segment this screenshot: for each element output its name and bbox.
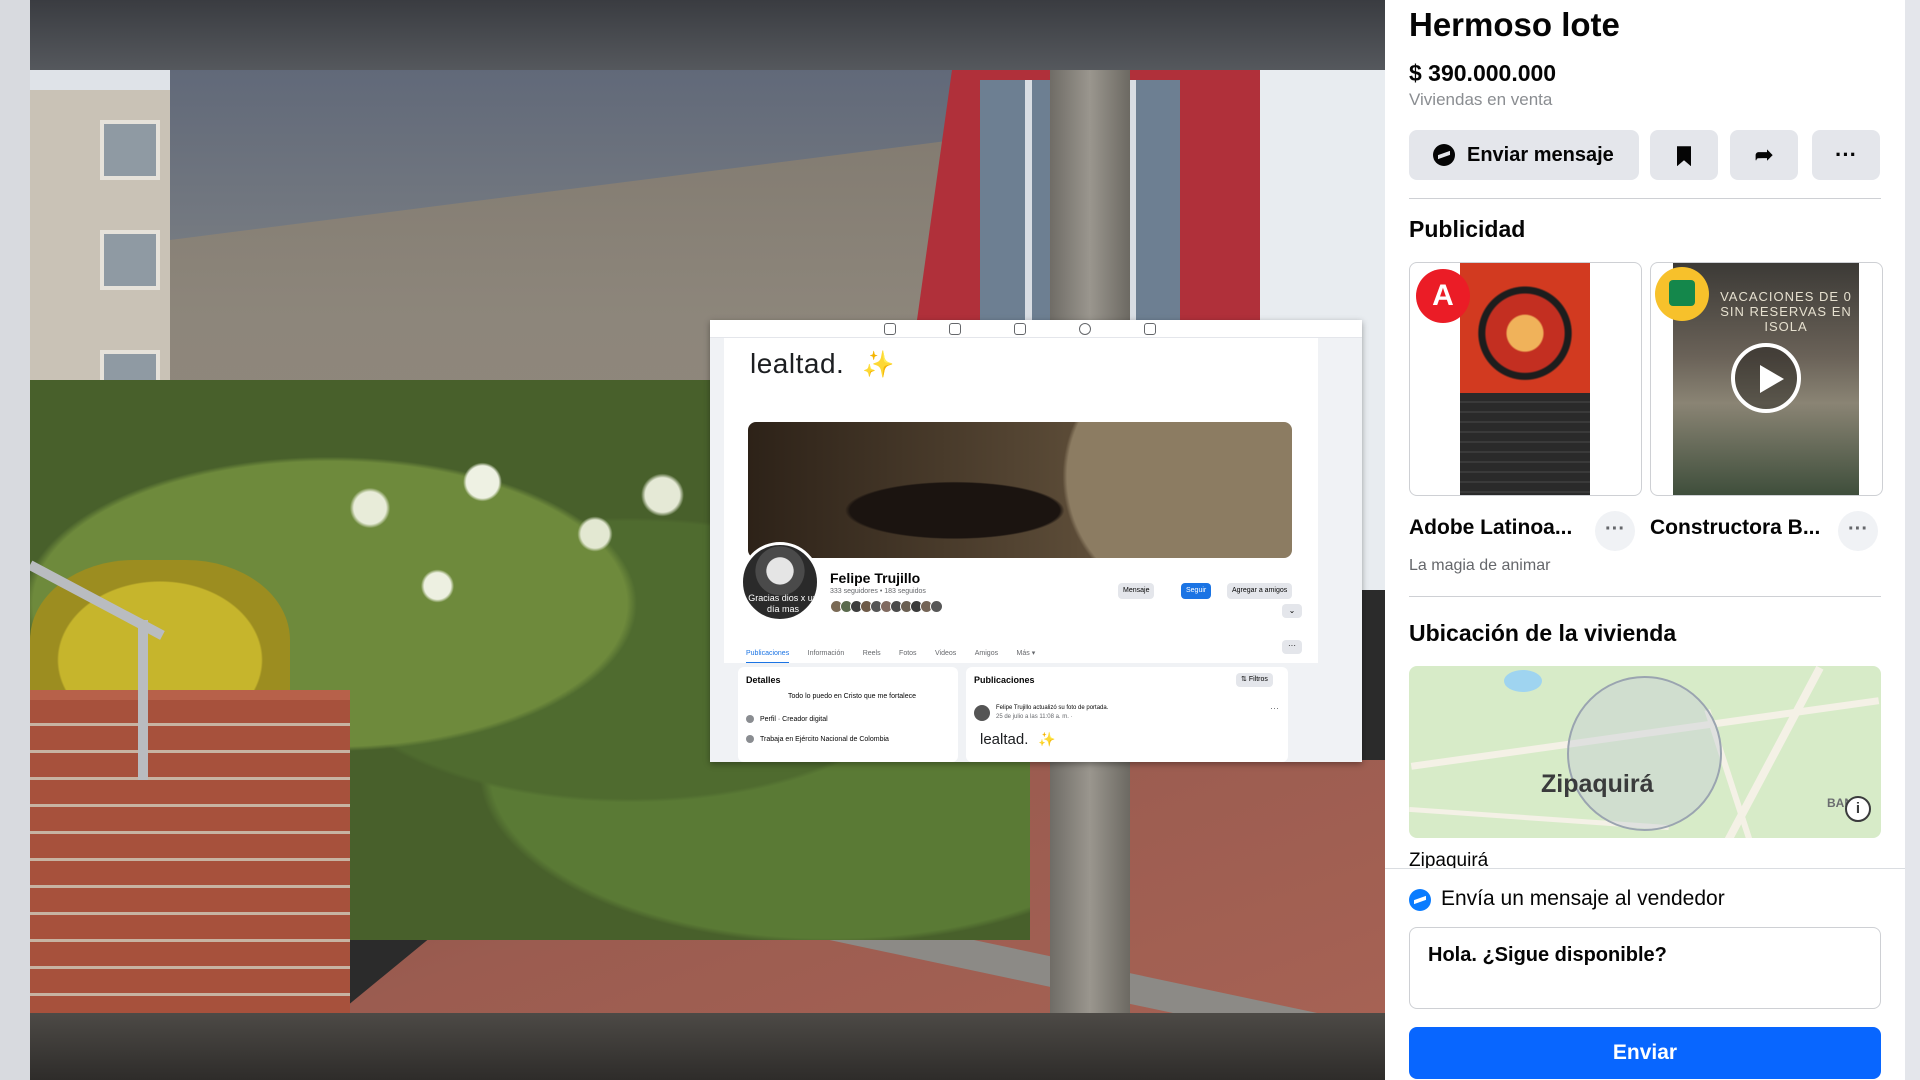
map-radius-circle (1567, 676, 1722, 831)
listing-title: Hermoso lote (1409, 6, 1620, 43)
video-icon (949, 323, 961, 335)
embed-avatar-caption: Gracias dios x un día mas (748, 593, 818, 614)
home-icon (884, 323, 896, 335)
embed-posts-card: Publicaciones ⇅ Filtros Felipe Trujillo … (966, 667, 1288, 762)
gaming-icon (1144, 323, 1156, 335)
ad-card-adobe[interactable]: A (1409, 262, 1642, 496)
photo-bottom-blur (30, 1013, 1385, 1080)
seller-message-input[interactable]: Hola. ¿Sigue disponible? (1409, 927, 1881, 1009)
ad-constructora-more-button[interactable]: ··· (1838, 511, 1878, 551)
photo-top-blur (30, 0, 1385, 70)
more-icon: ··· (1270, 703, 1279, 713)
location-heading: Ubicación de la vivienda (1409, 620, 1677, 646)
embed-add-friend-button: Agregar a amigos (1227, 583, 1293, 599)
embed-post-author: Felipe Trujillo actualizó su foto de por… (996, 705, 1109, 711)
listing-details-sidebar: Hermoso lote $ 390.000.000 Viviendas en … (1385, 0, 1905, 1080)
embed-side-left (710, 338, 724, 762)
briefcase-icon (746, 735, 754, 743)
ad-overlay-text: VACACIONES DE 0 SIN RESERVAS EN ISOLA (1720, 289, 1852, 334)
more-icon: ··· (1282, 640, 1302, 654)
embed-filters-button: ⇅ Filtros (1236, 673, 1273, 687)
save-button[interactable] (1650, 130, 1718, 180)
filter-icon: ⇅ (1241, 676, 1249, 683)
embed-details-card: Detalles Todo lo puedo en Cristo que me … (738, 667, 958, 762)
embed-profile-tabs: Publicaciones Información Reels Fotos Vi… (746, 642, 1049, 664)
photo-railing-post (138, 620, 148, 780)
seller-message-panel: Envía un mensaje al vendedor Hola. ¿Sigu… (1385, 868, 1905, 1080)
more-icon: ··· (1835, 142, 1857, 167)
bookmark-icon (1677, 146, 1691, 167)
marketplace-listing-view: lealtad. ✨ Gracias dios x un día mas Feli… (0, 0, 1920, 1080)
ad-adobe-image (1460, 263, 1590, 495)
marketplace-icon (1014, 323, 1026, 335)
embed-follow-button: Seguir (1181, 583, 1212, 599)
embed-details-work: Trabaja en Ejército Nacional de Colombia (746, 735, 889, 743)
share-icon: ➦ (1754, 142, 1774, 167)
embed-details-bio: Todo lo puedo en Cristo que me fortalece (788, 693, 917, 700)
embed-caption: lealtad. ✨ (750, 348, 896, 379)
embed-side-right (1318, 338, 1362, 762)
photo-window (100, 120, 160, 180)
embed-posts-title: Publicaciones (974, 675, 1035, 685)
embed-details-profile: Perfil · Creador digital (746, 715, 828, 723)
embed-post-avatar (974, 705, 990, 721)
chevron-down-icon: ⌄ (1282, 604, 1302, 618)
embed-post-date: 25 de julio a las 11:08 a. m. · (996, 714, 1073, 720)
embed-friend-avatars (830, 600, 943, 614)
embed-profile-name: Felipe Trujillo (830, 570, 921, 586)
seller-message-heading: Envía un mensaje al vendedor (1409, 887, 1725, 911)
listing-photo-viewer[interactable]: lealtad. ✨ Gracias dios x un día mas Feli… (0, 0, 1385, 1080)
embed-profile-stats: 333 seguidores • 183 seguidos (830, 588, 926, 595)
embedded-profile-screenshot: lealtad. ✨ Gracias dios x un día mas Feli… (710, 320, 1362, 762)
listing-category[interactable]: Viviendas en venta (1409, 90, 1552, 110)
photo-white-flowers (280, 430, 730, 690)
embed-tab-publicaciones: Publicaciones (746, 650, 790, 664)
adobe-logo-icon: A (1416, 269, 1470, 323)
info-icon[interactable]: i (1845, 796, 1871, 822)
embed-nav-bar (710, 320, 1362, 338)
send-button[interactable]: Enviar (1409, 1027, 1881, 1079)
embed-cover-photo (748, 422, 1292, 558)
listing-price: $ 390.000.000 (1409, 60, 1557, 86)
sparkle-icon: ✨ (862, 349, 896, 379)
embed-tab-reels: Reels (862, 650, 881, 657)
divider (1409, 198, 1881, 199)
embed-avatar: Gracias dios x un día mas (740, 542, 820, 622)
sparkle-icon: ✨ (1038, 731, 1056, 747)
speaker-icon[interactable] (1606, 453, 1626, 477)
location-map[interactable]: Zipaquirá BANDI i (1409, 666, 1881, 838)
embed-tab-amigos: Amigos (974, 650, 999, 657)
ad-card-constructora[interactable]: VACACIONES DE 0 SIN RESERVAS EN ISOLA (1650, 262, 1883, 496)
groups-icon (1079, 323, 1091, 335)
ad-adobe-subtitle: La magia de animar (1409, 557, 1551, 574)
viewer-left-edge (0, 0, 30, 1080)
embed-details-title: Detalles (746, 675, 781, 685)
map-city-label: Zipaquirá (1541, 770, 1654, 798)
photo-brick-planter (30, 700, 350, 1020)
play-icon[interactable] (1731, 343, 1801, 413)
embed-tab-fotos: Fotos (899, 650, 917, 657)
map-water (1504, 670, 1542, 692)
embed-tab-informacion: Información (807, 650, 845, 657)
ad-adobe-name[interactable]: Adobe Latinoa... (1409, 516, 1572, 540)
sidebar-right-edge (1905, 0, 1920, 1080)
ad-adobe-more-button[interactable]: ··· (1595, 511, 1635, 551)
more-options-button[interactable]: ··· (1812, 130, 1880, 180)
embed-message-button: Mensaje (1118, 583, 1155, 599)
messenger-icon (1409, 889, 1431, 911)
messenger-icon (1433, 144, 1455, 166)
embed-content-area: Detalles Todo lo puedo en Cristo que me … (724, 663, 1318, 762)
divider (1409, 596, 1881, 597)
send-message-label: Enviar mensaje (1467, 144, 1614, 166)
embed-tab-videos: Videos (935, 650, 957, 657)
ad-constructora-name[interactable]: Constructora B... (1650, 516, 1820, 540)
embed-tab-mas: Más ▾ (1016, 650, 1036, 657)
constructora-logo-icon (1655, 267, 1709, 321)
embed-post-text: lealtad. ✨ (980, 731, 1056, 748)
ads-heading: Publicidad (1409, 216, 1526, 242)
photo-window (100, 230, 160, 290)
info-icon (746, 715, 754, 723)
send-message-button[interactable]: Enviar mensaje (1409, 130, 1639, 180)
share-button[interactable]: ➦ (1730, 130, 1798, 180)
